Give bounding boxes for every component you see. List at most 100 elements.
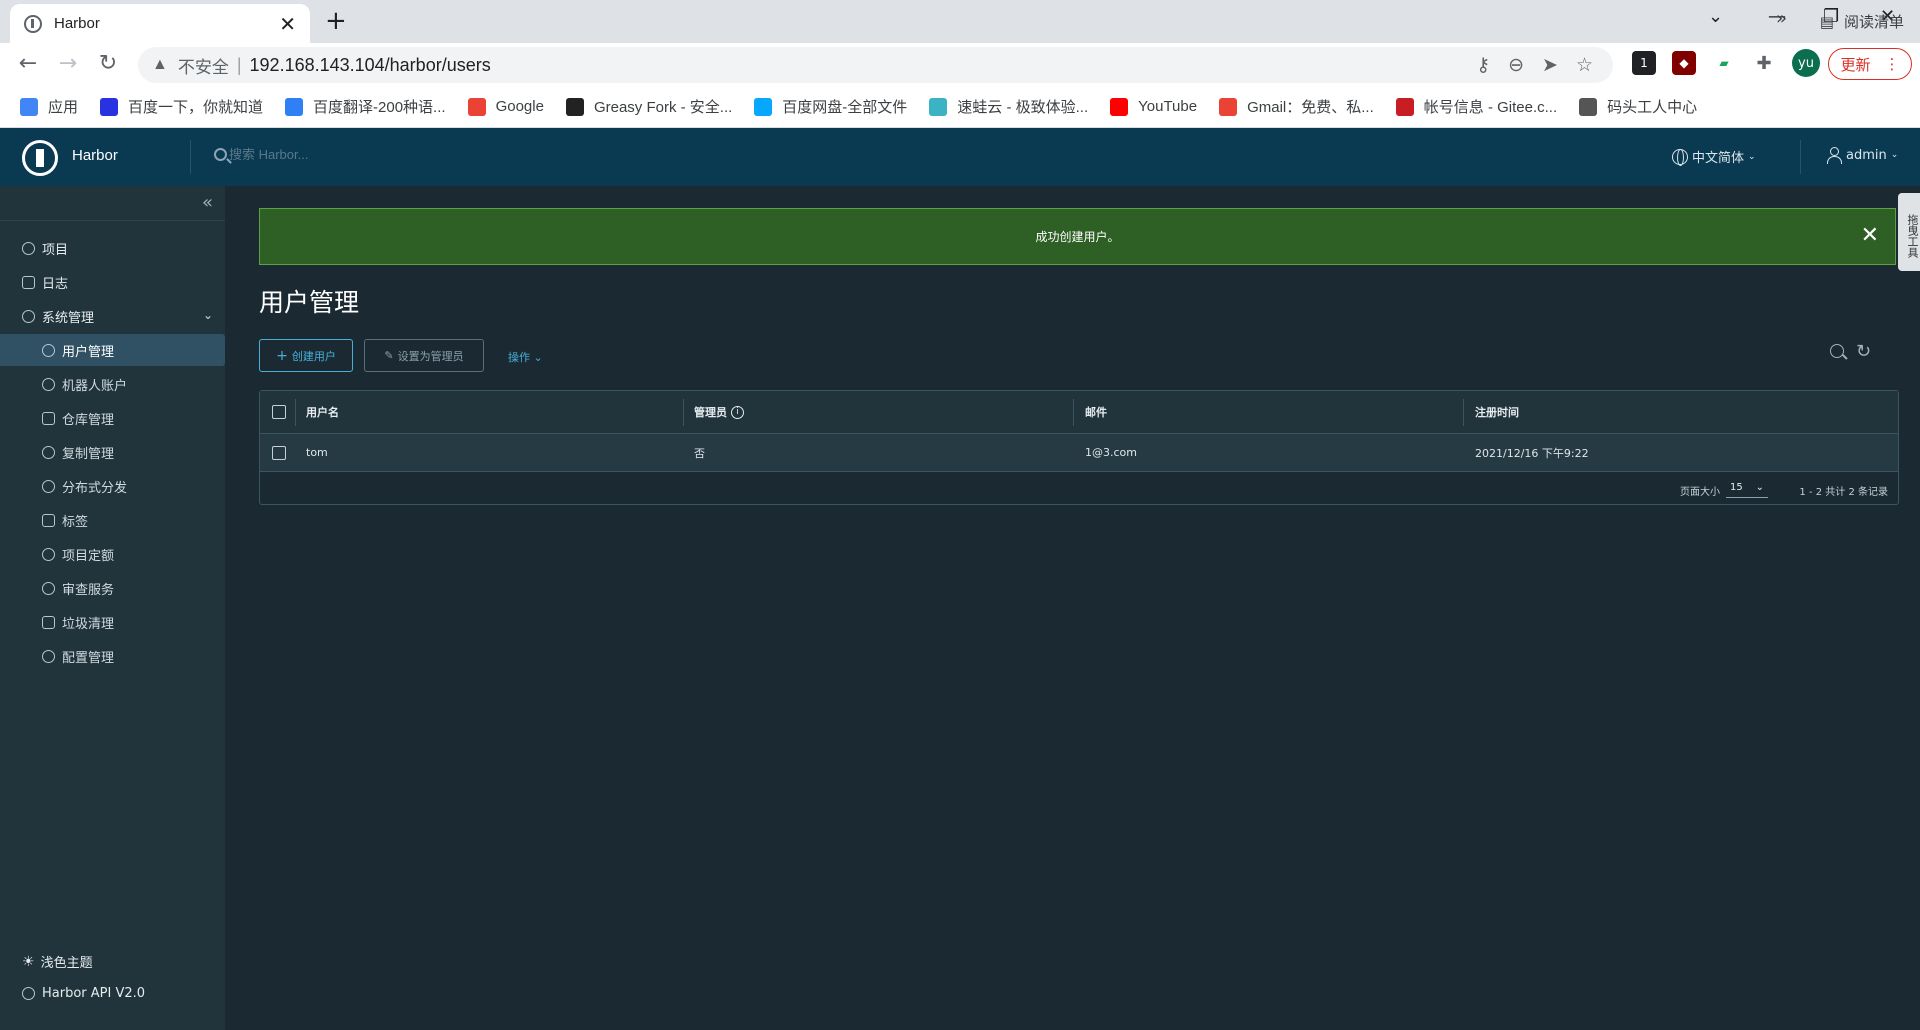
sidebar-item-registries[interactable]: 仓库管理 — [0, 402, 225, 434]
bookmark-item[interactable]: 百度翻译-200种语... — [285, 96, 446, 117]
bookmark-item[interactable]: YouTube — [1110, 97, 1198, 116]
back-icon[interactable]: ← — [14, 51, 42, 76]
table-header: 用户名 管理员 i 邮件 注册时间 — [260, 391, 1898, 434]
row-checkbox[interactable] — [272, 445, 286, 460]
side-drag-tab[interactable]: 拖曳工具 — [1898, 193, 1920, 271]
chevron-down-icon: ⌄ — [1755, 482, 1764, 493]
tab-close-icon[interactable]: ✕ — [279, 12, 296, 36]
bookmark-item[interactable]: 码头工人中心 — [1579, 96, 1697, 117]
column-header-email[interactable]: 邮件 — [1085, 391, 1107, 433]
set-admin-button[interactable]: ✎ 设置为管理员 — [364, 339, 484, 372]
warning-icon: ▲ — [152, 56, 168, 73]
forward-icon[interactable]: → — [54, 51, 82, 76]
operations-label: 操作 — [508, 351, 530, 364]
header-divider-right — [1800, 140, 1801, 174]
zoom-icon[interactable]: ⊖ — [1508, 54, 1524, 77]
bookmark-item[interactable]: Google — [467, 97, 544, 116]
page-size-label: 页面大小 — [1680, 487, 1720, 498]
column-header-registered[interactable]: 注册时间 — [1475, 391, 1519, 433]
create-user-button[interactable]: + 创建用户 — [259, 339, 353, 372]
bookmark-favicon-icon — [1219, 97, 1238, 116]
sidebar-item-robot-accounts[interactable]: 机器人账户 — [0, 368, 225, 400]
registries-icon — [42, 411, 55, 425]
page-size-select[interactable]: 15 ⌄ — [1726, 478, 1768, 498]
bookmark-item[interactable]: 百度网盘-全部文件 — [754, 96, 907, 117]
bookmark-item[interactable]: Gmail：免费、私... — [1219, 96, 1374, 117]
bookmark-item[interactable]: 速蛙云 - 极致体验... — [929, 96, 1088, 117]
bookmark-item[interactable]: 帐号信息 - Gitee.c... — [1395, 96, 1557, 117]
close-icon[interactable]: ✕ — [1861, 223, 1879, 248]
send-icon[interactable]: ➤ — [1542, 54, 1558, 77]
harbor-logo-icon[interactable] — [22, 140, 58, 176]
sidebar-item-administration[interactable]: 系统管理 ⌄ — [0, 300, 225, 332]
bookmark-label: Gmail：免费、私... — [1247, 99, 1374, 116]
operations-dropdown[interactable]: 操作 ⌄ — [508, 349, 543, 365]
select-all-cell — [272, 391, 286, 433]
api-link[interactable]: Harbor API V2.0 — [22, 986, 145, 1001]
profile-avatar[interactable]: yu — [1792, 49, 1820, 77]
url-separator: | — [236, 54, 242, 75]
collapse-sidebar-icon[interactable]: « — [202, 192, 213, 213]
search-input[interactable] — [229, 147, 529, 162]
pagination-range: 1 - 2 共计 2 条记录 — [1799, 487, 1888, 498]
bookmark-label: 百度翻译-200种语... — [313, 99, 446, 116]
language-label: 中文简体 — [1692, 151, 1745, 166]
bookmark-item[interactable]: 应用 — [20, 96, 78, 117]
sidebar-item-distributions[interactable]: 分布式分发 — [0, 470, 225, 502]
tab-search-icon[interactable]: ⌄ — [1708, 6, 1723, 27]
replication-icon — [42, 445, 55, 459]
info-icon[interactable]: i — [731, 405, 744, 419]
update-button[interactable]: 更新 ⋮ — [1828, 48, 1912, 80]
sidebar-item-labels[interactable]: 标签 — [0, 504, 225, 536]
bookmark-favicon-icon — [100, 97, 119, 116]
url-text[interactable]: 192.168.143.104/harbor/users — [250, 55, 491, 76]
sidebar-item-label: 标签 — [62, 514, 89, 530]
user-menu[interactable]: admin ⌄ — [1826, 147, 1898, 164]
column-header-username[interactable]: 用户名 — [306, 391, 339, 433]
bookmark-item[interactable]: 百度一下，你就知道 — [100, 96, 263, 117]
sidebar-item-logs[interactable]: 日志 — [0, 266, 225, 298]
reading-list-icon: ▤ — [1819, 12, 1834, 31]
sidebar-item-garbage-collection[interactable]: 垃圾清理 — [0, 606, 225, 638]
sidebar-item-interrogation-services[interactable]: 审查服务 — [0, 572, 225, 604]
bookmark-label: Google — [495, 98, 544, 115]
bookmark-favicon-icon — [1395, 97, 1414, 116]
column-separator — [295, 399, 296, 426]
reading-list[interactable]: ▤ 阅读清单 — [1820, 11, 1904, 32]
new-tab-button[interactable]: + — [325, 6, 347, 36]
key-icon[interactable]: ⚷ — [1476, 54, 1490, 77]
reload-icon[interactable]: ↻ — [94, 51, 122, 76]
tag-icon — [42, 513, 55, 527]
brand-name[interactable]: Harbor — [72, 147, 118, 164]
bookmarks-more-icon[interactable]: » — [1776, 8, 1787, 29]
sidebar-item-label: 日志 — [42, 276, 69, 292]
extension-green-icon[interactable]: ▰ — [1712, 51, 1736, 75]
extension-badge-icon[interactable]: 1 — [1632, 51, 1656, 75]
table-row[interactable]: tom 否 1@3.com 2021/12/16 下午9:22 — [260, 434, 1898, 472]
sidebar: « 项目 日志 系统管理 ⌄ 用户管理 机器人账户 仓库管理 复制管理 分布式分… — [0, 186, 225, 1030]
sidebar-item-projects[interactable]: 项目 — [0, 232, 225, 264]
sidebar-item-project-quotas[interactable]: 项目定额 — [0, 538, 225, 570]
sidebar-item-configuration[interactable]: 配置管理 — [0, 640, 225, 672]
column-separator — [683, 399, 684, 426]
refresh-icon[interactable]: ↻ — [1856, 341, 1871, 362]
star-icon[interactable]: ☆ — [1576, 54, 1593, 77]
theme-toggle[interactable]: ☀ 浅色主题 — [22, 952, 93, 972]
select-all-checkbox[interactable] — [272, 405, 286, 419]
projects-icon — [22, 241, 35, 255]
ublock-icon[interactable]: ◆ — [1672, 51, 1696, 75]
bookmark-favicon-icon — [565, 97, 584, 116]
sidebar-item-replications[interactable]: 复制管理 — [0, 436, 225, 468]
extensions-puzzle-icon[interactable]: ✚ — [1752, 51, 1776, 75]
app-header: Harbor 中文简体 ⌄ admin ⌄ — [0, 128, 1920, 186]
search-icon[interactable] — [1830, 344, 1844, 358]
browser-tab[interactable]: Harbor ✕ — [10, 4, 310, 43]
bookmark-label: 速蛙云 - 极致体验... — [957, 99, 1089, 116]
tab-title: Harbor — [54, 15, 100, 32]
address-bar[interactable]: ▲ 不安全 | 192.168.143.104/harbor/users ⚷ ⊖… — [138, 47, 1613, 83]
bookmark-item[interactable]: Greasy Fork - 安全... — [565, 96, 732, 117]
column-header-admin[interactable]: 管理员 i — [694, 391, 744, 433]
bookmark-label: YouTube — [1138, 98, 1198, 115]
language-selector[interactable]: 中文简体 ⌄ — [1672, 147, 1756, 166]
sidebar-item-users[interactable]: 用户管理 — [0, 334, 225, 366]
